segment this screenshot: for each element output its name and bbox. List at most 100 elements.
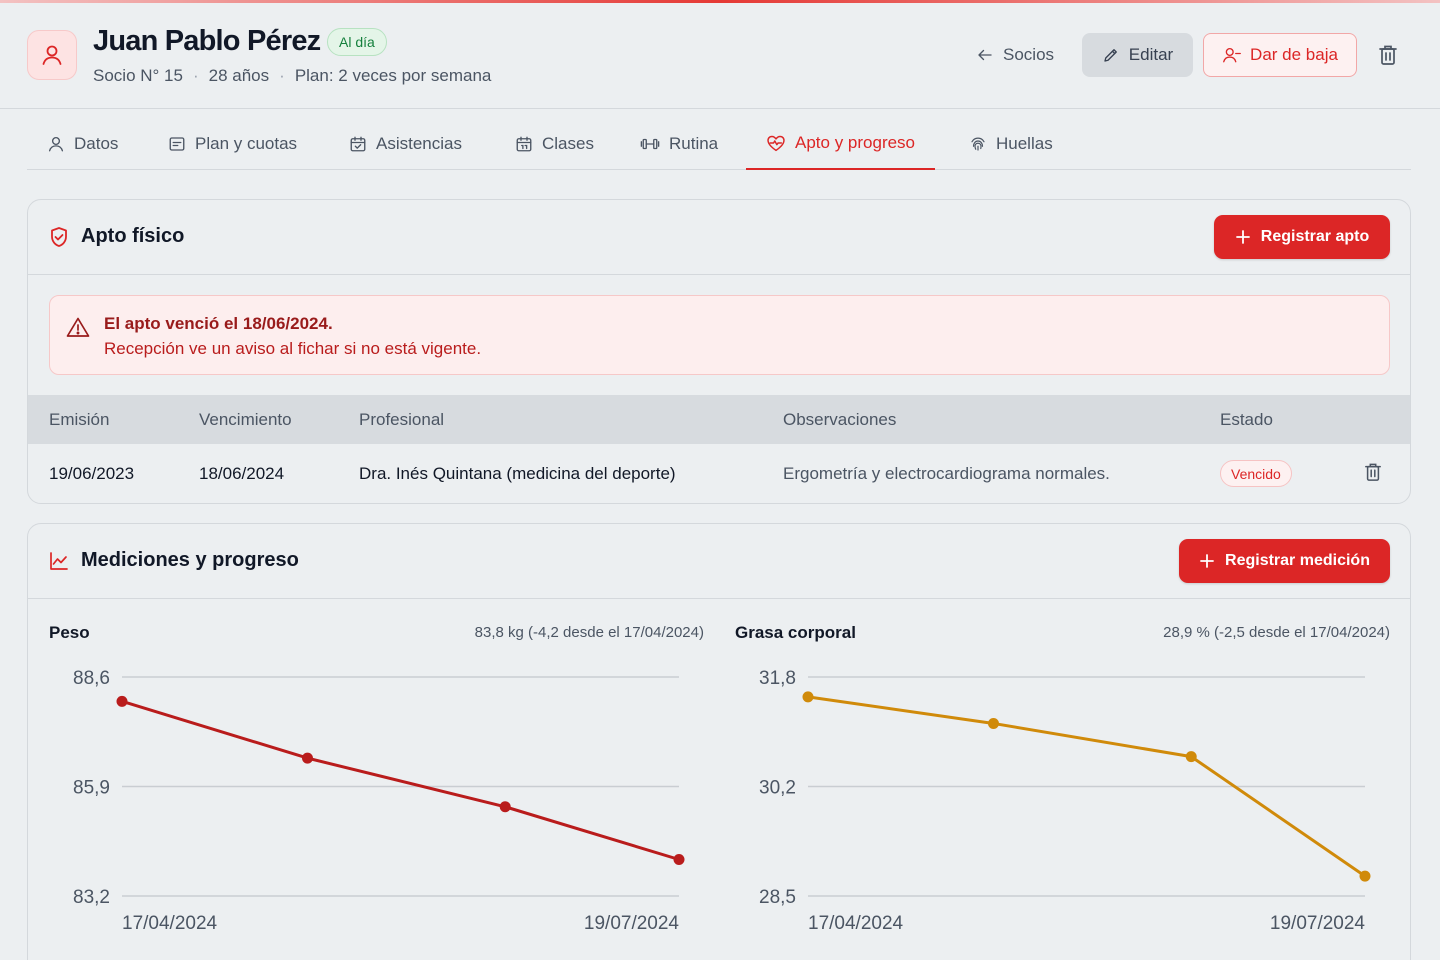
tab-huellas[interactable]: Huellas [949, 118, 1073, 170]
separator: · [192, 66, 199, 85]
unsubscribe-label: Dar de baja [1250, 45, 1338, 64]
x-tick-label: 17/04/2024 [808, 913, 904, 934]
shield-check-icon [51, 226, 67, 247]
card-title-text: Mediciones y progreso [81, 549, 299, 571]
tab-label: Apto y progreso [795, 133, 916, 152]
alert-title: El apto venció el 18/06/2024. [104, 314, 333, 333]
member-subinfo: Socio N° 15 · 28 años · Plan: 2 veces po… [93, 66, 491, 86]
peso-chart-panel: Peso 83,8 kg (-4,2 desde el 17/04/2024) … [49, 599, 704, 960]
register-medicion-button[interactable]: Registrar medición [1179, 539, 1390, 583]
tab-rutina[interactable]: Rutina [620, 118, 738, 170]
data-point [499, 801, 511, 813]
heart-pulse-icon [767, 135, 785, 152]
series-line [121, 699, 680, 861]
card-title-text: Apto físico [81, 225, 185, 247]
delete-member-button[interactable] [1374, 41, 1402, 69]
receipt-icon [169, 137, 185, 151]
dumbbell-icon [640, 138, 660, 150]
pencil-icon [1104, 49, 1117, 62]
x-tick-label: 17/04/2024 [122, 913, 218, 934]
arrow-left-icon [978, 49, 992, 61]
tab-label: Huellas [996, 134, 1053, 153]
expired-alert: El apto venció el 18/06/2024. Recepción … [49, 295, 1390, 375]
edit-label: Editar [1128, 45, 1174, 64]
plus-icon [1200, 554, 1214, 568]
table-row: 19/06/2023 18/06/2024 Dra. Inés Quintana… [28, 444, 1410, 503]
tab-asistencias[interactable]: Asistencias [329, 118, 482, 170]
grasa-chart-panel: Grasa corporal 28,9 % (-2,5 desde el 17/… [735, 599, 1390, 960]
y-tick-label: 30,2 [759, 778, 796, 799]
apto-fisico-card: Apto físico Registrar apto El apto venci… [27, 199, 1411, 504]
card-header: Mediciones y progreso Registrar medición [28, 524, 1410, 599]
card-title: Apto físico [49, 225, 184, 248]
column-header: Emisión [49, 410, 110, 429]
tab-apto-y-progreso[interactable]: Apto y progreso [746, 118, 936, 170]
y-tick-label: 88,6 [73, 668, 110, 689]
data-point [1185, 751, 1197, 763]
apto-table-header: Emisión Vencimiento Profesional Observac… [28, 395, 1410, 444]
register-apto-button[interactable]: Registrar apto [1214, 215, 1390, 259]
tab-label: Datos [74, 134, 119, 153]
card-header: Apto físico Registrar apto [28, 200, 1410, 275]
delete-apto-button[interactable] [1364, 462, 1382, 487]
cell-observaciones: Ergometría y electrocardiograma normales… [783, 464, 1110, 483]
tab-clases[interactable]: Clases [495, 118, 614, 170]
back-to-socios-button[interactable]: Socios [962, 33, 1068, 77]
data-point [802, 691, 814, 703]
cell-profesional: Dra. Inés Quintana (medicina del deporte… [359, 464, 676, 483]
member-name: Juan Pablo Pérez [93, 25, 321, 57]
column-header: Observaciones [783, 410, 897, 429]
separator: · [279, 66, 285, 85]
chart-summary: 28,9 % (-2,5 desde el 17/04/2024) [1163, 624, 1390, 641]
chart-title: Peso [49, 623, 90, 642]
user-icon [42, 45, 62, 65]
tab-label: Clases [542, 134, 594, 153]
data-point [301, 752, 313, 764]
status-badge: Vencido [1220, 460, 1292, 487]
user-icon [48, 136, 64, 152]
y-tick-label: 85,9 [73, 778, 110, 799]
cell-emision: 19/06/2023 [49, 464, 135, 483]
y-tick-label: 83,2 [73, 887, 110, 908]
tab-label: Asistencias [376, 134, 462, 153]
data-point [673, 854, 685, 865]
tab-datos[interactable]: Datos [27, 118, 138, 170]
y-tick-label: 28,5 [759, 887, 796, 908]
avatar [27, 30, 77, 80]
column-header: Profesional [359, 410, 445, 429]
chart-title: Grasa corporal [735, 623, 856, 642]
data-point [1359, 870, 1371, 882]
warning-triangle-icon [66, 317, 90, 337]
member-plan: Plan: 2 veces por semana [294, 66, 492, 85]
x-tick-label: 19/07/2024 [584, 913, 680, 934]
register-medicion-label: Registrar medición [1225, 552, 1370, 569]
member-tabs: Datos Plan y cuotas Asistencias Clases R… [27, 118, 1411, 170]
trash-icon [1379, 45, 1397, 65]
member-age: 28 años [208, 66, 270, 85]
back-label: Socios [1003, 45, 1055, 64]
grasa-line-chart: 31,8 30,2 28,5 17/04/2024 19/07/2024 [759, 668, 1371, 934]
tab-label: Rutina [669, 134, 719, 153]
y-tick-label: 31,8 [759, 668, 796, 689]
mediciones-card: Mediciones y progreso Registrar medición… [27, 523, 1411, 960]
alert-text: Recepción ve un aviso al fichar si no es… [104, 339, 482, 358]
tab-label: Plan y cuotas [195, 134, 298, 153]
peso-line-chart: 88,6 85,9 83,2 17/04/2024 19/07/2024 [73, 668, 685, 934]
chart-summary: 83,8 kg (-4,2 desde el 17/04/2024) [474, 624, 704, 641]
register-apto-label: Registrar apto [1260, 228, 1370, 245]
cell-vencimiento: 18/06/2024 [199, 464, 285, 483]
data-point [987, 717, 999, 729]
column-header: Estado [1220, 410, 1273, 429]
member-number: Socio N° 15 [93, 66, 183, 85]
line-chart-icon [50, 551, 68, 570]
calendar-check-icon [350, 136, 366, 152]
member-header: Juan Pablo Pérez Al día Socio N° 15 · 28… [0, 3, 1440, 109]
unsubscribe-button[interactable]: Dar de baja [1203, 33, 1357, 77]
trash-icon [1365, 463, 1381, 481]
edit-button[interactable]: Editar [1082, 33, 1193, 77]
calendar-icon [516, 136, 532, 152]
user-minus-icon [1223, 47, 1241, 63]
status-badge: Al día [327, 28, 387, 56]
tab-plan-y-cuotas[interactable]: Plan y cuotas [148, 118, 317, 170]
plus-icon [1235, 230, 1250, 244]
